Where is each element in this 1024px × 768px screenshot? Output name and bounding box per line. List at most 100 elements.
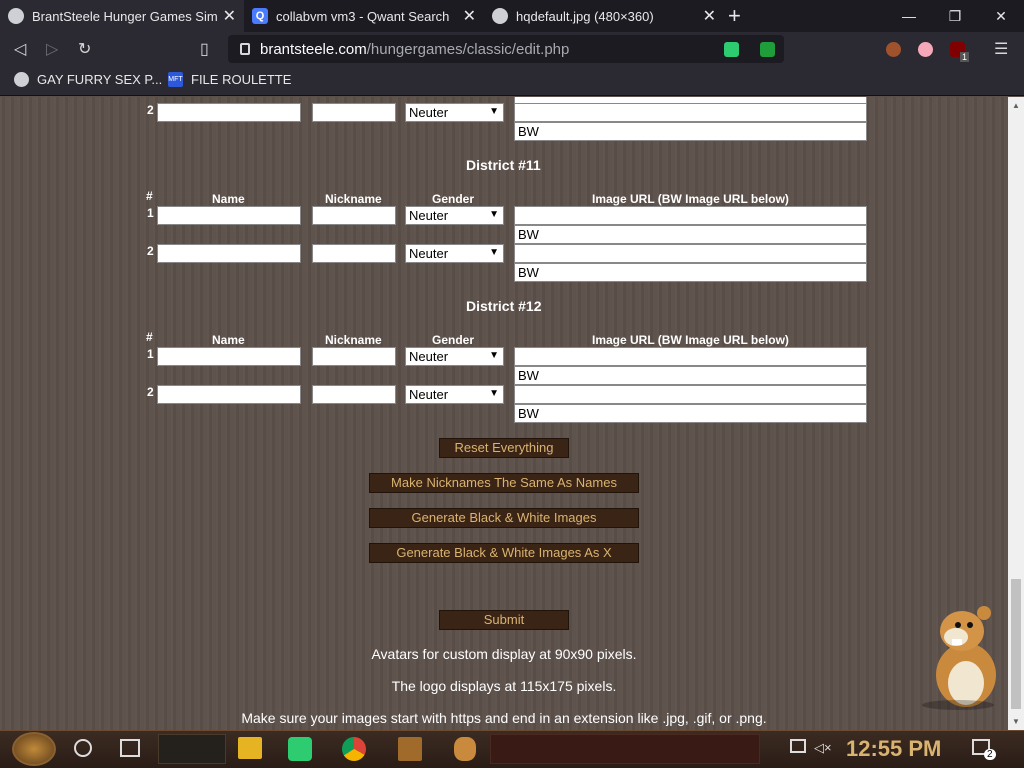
tab-brantsteele[interactable]: BrantSteele Hunger Games Simul ✕ [0,0,244,32]
minimize-button[interactable]: — [886,0,932,32]
image-url-input[interactable] [514,206,867,225]
reset-everything-button[interactable]: Reset Everything [439,438,569,458]
chevron-down-icon: ▼ [489,209,499,220]
volume-muted-icon[interactable]: ◁× [814,740,832,756]
image-url-input[interactable] [514,385,867,404]
bw-url-input[interactable]: BW [514,404,867,423]
header-num: # [146,330,153,344]
nickname-input[interactable] [312,103,396,122]
name-input[interactable] [157,244,301,263]
image-url-input[interactable] [514,103,867,122]
bonzi-icon[interactable] [398,737,422,761]
tab-title: hqdefault.jpg (480×360) [516,8,654,24]
folder-icon[interactable] [238,737,262,759]
gender-select[interactable]: Neuter ▼ [405,347,504,366]
bookmark-item[interactable]: GAY FURRY SEX P... [14,72,162,87]
reload-icon[interactable]: ↻ [78,39,91,59]
row-number: 2 [147,385,154,399]
extension-green-icon[interactable] [724,42,739,57]
header-image-url: Image URL (BW Image URL below) [592,333,789,347]
nickname-input[interactable] [312,385,396,404]
avatar[interactable] [886,42,901,57]
scroll-thumb[interactable] [1011,579,1021,709]
submit-button[interactable]: Submit [439,610,569,630]
scroll-down-icon[interactable]: ▼ [1012,717,1020,726]
row-number: 2 [147,244,154,258]
image-url-note: Make sure your images start with https a… [241,710,767,726]
nickname-input[interactable] [312,244,396,263]
tab-title: BrantSteele Hunger Games Simul [32,8,217,24]
close-window-button[interactable]: ✕ [978,0,1024,32]
network-icon[interactable] [790,739,806,753]
nickname-input[interactable] [312,347,396,366]
make-nicknames-button[interactable]: Make Nicknames The Same As Names [369,473,639,493]
restore-button[interactable]: ❐ [932,0,978,32]
logo-note: The logo displays at 115x175 pixels. [391,678,617,694]
forward-icon[interactable]: ▷ [46,39,58,59]
row-number: 1 [147,347,154,361]
scroll-up-icon[interactable]: ▲ [1012,101,1020,110]
new-tab-button[interactable]: + [728,3,741,29]
chrome-icon[interactable] [342,737,366,761]
generate-bw-button[interactable]: Generate Black & White Images [369,508,639,528]
header-nickname: Nickname [325,192,382,206]
header-gender: Gender [432,192,475,206]
extension-flag-icon[interactable] [918,42,933,57]
lock-icon [240,43,250,55]
gender-select[interactable]: Neuter ▼ [405,206,504,225]
generate-bw-x-button[interactable]: Generate Black & White Images As X [369,543,639,563]
bw-url-input[interactable]: BW [514,263,867,282]
task-view-icon[interactable] [120,739,140,757]
taskbar-slot [158,734,226,764]
close-icon[interactable]: ✕ [223,6,236,26]
globe-icon [8,8,24,24]
nav-bar: ◁ ▷ ↻ ▯ brantsteele.com/hungergames/clas… [0,32,1024,66]
notes-app-icon[interactable] [288,737,312,761]
district-title: District #12 [466,298,542,314]
start-button[interactable] [12,732,56,766]
chevron-down-icon: ▼ [489,388,499,399]
taskbar-slot [490,734,760,764]
tab-image[interactable]: hqdefault.jpg (480×360) ✕ [484,0,724,32]
bw-url-input[interactable]: BW [514,366,867,385]
clock[interactable]: 12:55 PM [846,736,941,762]
qwant-icon: Q [252,8,268,24]
url-text[interactable]: brantsteele.com/hungergames/classic/edit… [260,41,569,58]
mft-icon: MFT [168,72,183,87]
name-input[interactable] [157,385,301,404]
image-url-input[interactable] [514,347,867,366]
chevron-down-icon: ▼ [489,247,499,258]
gender-select[interactable]: Neuter ▼ [405,103,504,122]
url-bar[interactable]: brantsteele.com/hungergames/classic/edit… [228,35,784,63]
gender-select[interactable]: Neuter ▼ [405,385,504,404]
name-input[interactable] [157,206,301,225]
taskbar: ◁× 12:55 PM 2 [0,730,1024,768]
name-input[interactable] [157,103,301,122]
header-num: # [146,189,153,203]
bookmark-item[interactable]: MFT FILE ROULETTE [168,72,291,87]
close-icon[interactable]: ✕ [703,6,716,26]
header-name: Name [212,192,245,206]
chevron-down-icon: ▼ [489,350,499,361]
page-scrollbar[interactable]: ▲ ▼ [1008,97,1024,730]
name-input[interactable] [157,347,301,366]
globe-icon [492,8,508,24]
close-icon[interactable]: ✕ [463,6,476,26]
gender-value: Neuter [409,349,449,364]
tab-qwant[interactable]: Q collabvm vm3 - Qwant Search ✕ [244,0,484,32]
shield-icon[interactable] [760,42,775,57]
back-icon[interactable]: ◁ [14,39,26,59]
nickname-input[interactable] [312,206,396,225]
bookmark-icon[interactable]: ▯ [200,39,209,59]
gender-select[interactable]: Neuter ▼ [405,244,504,263]
chevron-down-icon: ▼ [489,106,499,117]
menu-icon[interactable]: ☰ [994,39,1008,59]
image-url-input[interactable] [514,244,867,263]
bw-url-input[interactable]: BW [514,225,867,244]
search-icon[interactable] [74,739,92,757]
row-number: 2 [147,103,154,117]
tab-bar: BrantSteele Hunger Games Simul ✕ Q colla… [0,0,1024,32]
bw-url-input[interactable]: BW [514,122,867,141]
url-host: brantsteele.com [260,40,367,58]
hamster-app-icon[interactable] [454,737,476,761]
